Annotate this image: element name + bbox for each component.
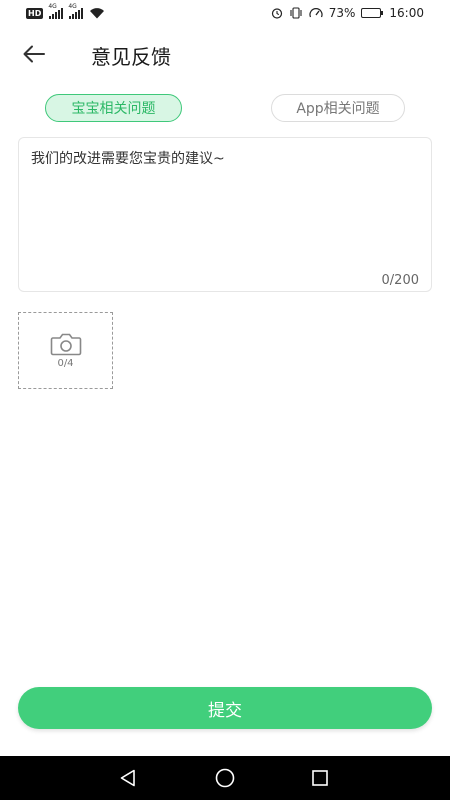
clock: 16:00 xyxy=(389,6,424,20)
hd-badge: HD xyxy=(26,7,44,19)
alarm-icon xyxy=(271,8,282,19)
signal-icon: 4G xyxy=(48,3,64,19)
submit-button[interactable]: 提交 xyxy=(18,687,432,729)
signal-icon: 4G xyxy=(68,3,84,19)
circle-home-icon xyxy=(215,768,235,788)
tab-baby-issues[interactable]: 宝宝相关问题 xyxy=(45,94,182,122)
navigation-bar xyxy=(0,756,450,800)
network-type-label: 4G xyxy=(68,2,77,10)
feedback-input[interactable] xyxy=(31,148,419,260)
photo-count: 0/4 xyxy=(57,358,74,369)
vibrate-icon xyxy=(290,7,302,19)
status-right: 73% 16:00 xyxy=(271,6,424,20)
speed-icon xyxy=(309,8,323,18)
nav-recent-button[interactable] xyxy=(309,767,331,789)
arrow-left-icon xyxy=(23,45,45,63)
char-count: 0/200 xyxy=(381,273,419,288)
square-recent-icon xyxy=(312,770,328,786)
triangle-back-icon xyxy=(120,769,135,787)
back-button[interactable] xyxy=(18,39,50,69)
tab-app-issues[interactable]: App相关问题 xyxy=(271,94,405,122)
battery-percent: 73% xyxy=(328,6,356,20)
nav-home-button[interactable] xyxy=(214,767,236,789)
header: 意见反馈 xyxy=(0,34,450,74)
page-title: 意见反馈 xyxy=(91,45,171,69)
wifi-icon xyxy=(90,8,105,19)
nav-back-button[interactable] xyxy=(117,767,139,789)
status-left: HD 4G 4G xyxy=(26,3,105,19)
photo-upload-button[interactable]: 0/4 xyxy=(18,312,113,389)
network-type-label: 4G xyxy=(48,2,57,10)
camera-icon xyxy=(50,333,81,356)
feedback-box: 0/200 xyxy=(18,137,432,292)
status-bar: HD 4G 4G 73% 16:00 xyxy=(0,0,450,26)
battery-icon xyxy=(361,8,384,18)
